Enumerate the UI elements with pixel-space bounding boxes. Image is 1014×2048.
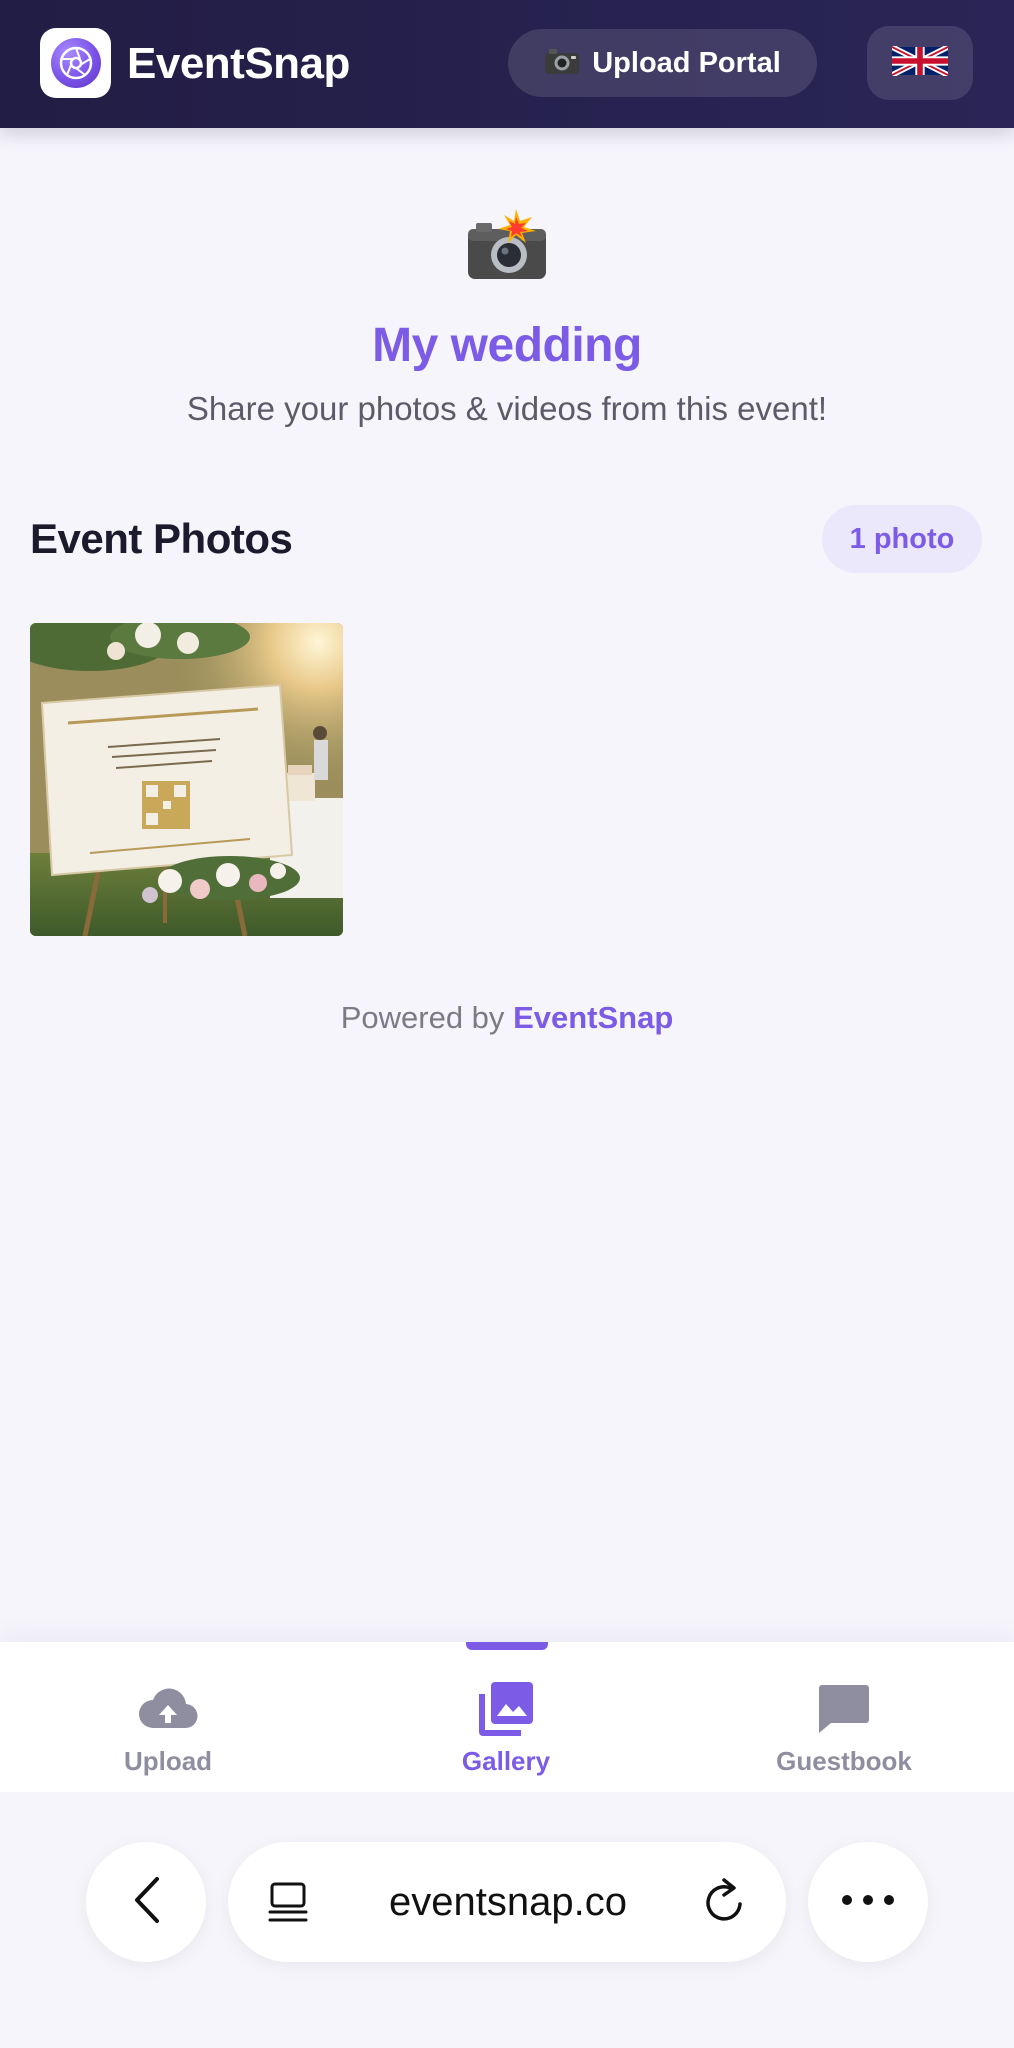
tabs-icon[interactable] bbox=[266, 1880, 310, 1929]
page: EventSnap Upload Portal My wedding Share… bbox=[0, 0, 1014, 2048]
camera-flash-icon bbox=[462, 205, 552, 285]
cloud-upload-icon bbox=[137, 1680, 199, 1738]
language-button[interactable] bbox=[867, 26, 973, 100]
brand-name[interactable]: EventSnap bbox=[127, 36, 350, 92]
upload-portal-button[interactable]: Upload Portal bbox=[508, 29, 817, 97]
browser-more-button[interactable] bbox=[808, 1842, 928, 1962]
event-subtitle: Share your photos & videos from this eve… bbox=[186, 390, 828, 427]
section-title: Event Photos bbox=[30, 515, 293, 562]
app-header: EventSnap Upload Portal bbox=[0, 0, 1014, 128]
chat-bubble-icon bbox=[817, 1680, 871, 1738]
nav-upload-label: Upload bbox=[123, 1746, 213, 1776]
nav-gallery[interactable]: Gallery bbox=[386, 1680, 626, 1780]
browser-toolbar: eventsnap.co bbox=[0, 1792, 1014, 2048]
bottom-navigation: Upload Gallery Guestbook bbox=[0, 1642, 1014, 1792]
upload-portal-label: Upload Portal bbox=[592, 46, 781, 79]
brand-logo[interactable] bbox=[40, 28, 111, 98]
active-tab-indicator bbox=[466, 1642, 548, 1650]
event-title: My wedding bbox=[372, 319, 642, 372]
camera-icon bbox=[544, 47, 580, 80]
nav-guestbook-label: Guestbook bbox=[776, 1746, 912, 1776]
photo-count-badge: 1 photo bbox=[822, 505, 982, 573]
reload-icon[interactable] bbox=[702, 1878, 748, 1931]
aperture-icon bbox=[50, 38, 101, 88]
nav-gallery-label: Gallery bbox=[461, 1746, 551, 1776]
photo-thumbnail[interactable] bbox=[30, 623, 343, 936]
powered-by: Powered by EventSnap bbox=[0, 1000, 1014, 1036]
powered-brand-link[interactable]: EventSnap bbox=[513, 1000, 673, 1035]
uk-flag-icon bbox=[890, 43, 950, 81]
powered-prefix: Powered by bbox=[340, 1000, 505, 1035]
address-bar[interactable]: eventsnap.co bbox=[228, 1842, 786, 1962]
nav-guestbook[interactable]: Guestbook bbox=[724, 1680, 964, 1780]
nav-upload[interactable]: Upload bbox=[48, 1680, 288, 1780]
photo-library-icon bbox=[477, 1680, 535, 1738]
url-text[interactable]: eventsnap.co bbox=[358, 1842, 658, 1962]
chevron-left-icon bbox=[129, 1875, 163, 1930]
browser-back-button[interactable] bbox=[86, 1842, 206, 1962]
more-dots-icon bbox=[841, 1893, 895, 1911]
